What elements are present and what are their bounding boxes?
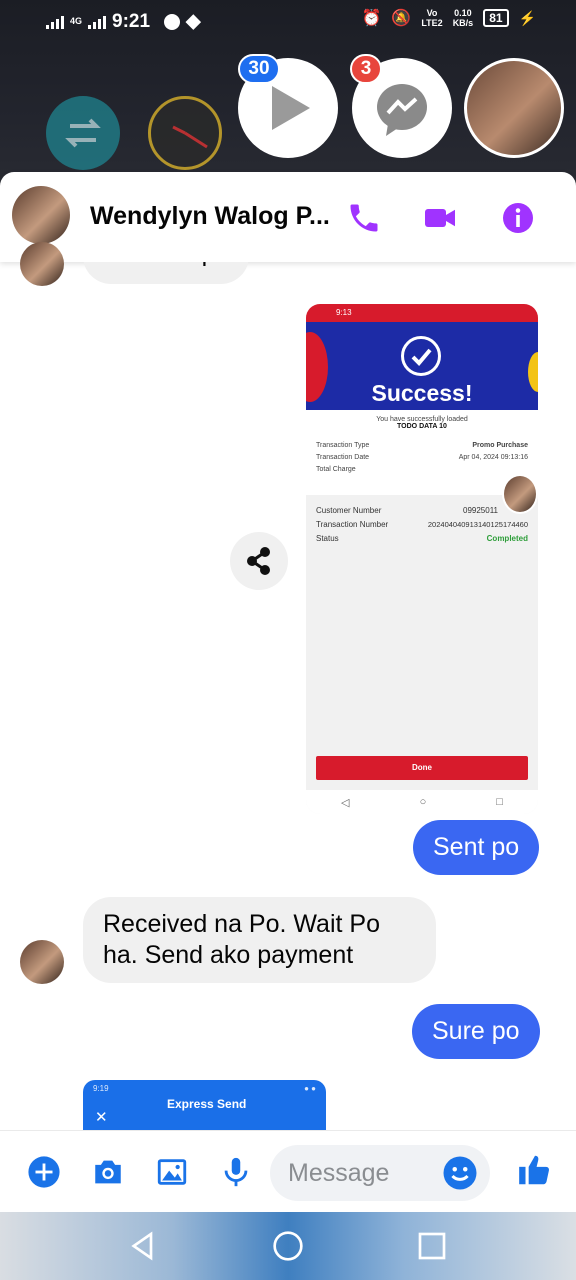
receipt-done-button: Done bbox=[316, 756, 528, 780]
network-speed: 0.10 KB/s bbox=[452, 8, 474, 28]
gallery-icon[interactable] bbox=[155, 1155, 189, 1189]
row-value: Apr 04, 2024 09:13:16 bbox=[458, 454, 528, 461]
phone-icon[interactable] bbox=[346, 200, 382, 236]
back-icon: ◁ bbox=[341, 796, 350, 809]
row-value: Promo Purchase bbox=[472, 442, 528, 449]
like-thumbs-up-icon[interactable] bbox=[516, 1151, 554, 1189]
share-icon bbox=[247, 547, 270, 575]
nav-recents-icon[interactable] bbox=[416, 1230, 448, 1262]
video-call-icon[interactable] bbox=[422, 200, 458, 236]
recents-icon: □ bbox=[496, 796, 503, 808]
swap-arrows-icon bbox=[65, 118, 101, 148]
express-send-title: Express Send bbox=[167, 1097, 247, 1111]
outgoing-message[interactable]: Sent po bbox=[413, 820, 540, 875]
contact-message-avatar[interactable] bbox=[20, 242, 64, 286]
signal-icon bbox=[46, 15, 64, 29]
express-send-status-bar: 9:19 ● ● bbox=[93, 1084, 316, 1093]
camera-icon[interactable] bbox=[91, 1155, 125, 1189]
row-label: Status bbox=[316, 534, 339, 543]
conversation-header: Wendylyn Walog P... bbox=[0, 172, 576, 262]
mute-icon: 🔕 bbox=[391, 10, 412, 27]
status-bar: 4G 9:21 ◆ ⏰ 🔕 Vo LTE2 0.10 KB/s 81 ⚡ bbox=[0, 0, 576, 44]
receipt-status-bar: 9:13 bbox=[306, 304, 538, 322]
receipt-product: TODO DATA 10 bbox=[397, 423, 447, 430]
check-circle-icon bbox=[401, 336, 441, 376]
alarm-icon: ⏰ bbox=[361, 10, 382, 27]
message-composer bbox=[0, 1130, 576, 1212]
receipt-summary: You have successfully loaded TODO DATA 1… bbox=[306, 410, 538, 495]
receipt-subtitle: You have successfully loaded bbox=[376, 416, 468, 423]
battery-indicator: 81 bbox=[483, 9, 509, 27]
network-label: 4G bbox=[70, 16, 83, 26]
row-label: Customer Number bbox=[316, 506, 382, 515]
nav-back-icon[interactable] bbox=[127, 1230, 159, 1262]
status-completed: Completed bbox=[486, 534, 528, 543]
nav-home-icon[interactable] bbox=[272, 1230, 304, 1262]
incoming-message[interactable]: Received na Po. Wait Po ha. Send ako pay… bbox=[83, 897, 436, 983]
play-chathead-badge: 30 bbox=[238, 54, 280, 84]
outgoing-message[interactable]: Sure po bbox=[412, 1004, 540, 1059]
layers-icon: ◆ bbox=[186, 11, 201, 32]
swap-app-chathead[interactable] bbox=[46, 96, 120, 170]
volte-indicator: Vo LTE2 bbox=[421, 8, 443, 28]
contact-name[interactable]: Wendylyn Walog P... bbox=[90, 202, 330, 231]
receipt-overlay-avatar bbox=[502, 474, 538, 514]
row-value: 09925011 bbox=[463, 506, 498, 515]
contact-chathead[interactable] bbox=[464, 58, 564, 158]
microphone-icon[interactable] bbox=[219, 1155, 253, 1189]
charging-icon: ⚡ bbox=[518, 9, 536, 26]
messenger-chathead-badge: 3 bbox=[350, 54, 382, 84]
receipt-screenshot-attachment[interactable]: 9:13 Success! You have successfully load… bbox=[306, 304, 538, 814]
row-label: Total Charge bbox=[316, 466, 356, 473]
system-navigation-bar bbox=[0, 1212, 576, 1280]
emoji-icon[interactable] bbox=[442, 1155, 478, 1191]
row-label: Transaction Type bbox=[316, 442, 370, 449]
row-label: Transaction Date bbox=[316, 454, 370, 461]
receipt-banner: Success! bbox=[306, 322, 538, 410]
row-value: 202404040913140125174460 bbox=[427, 520, 528, 529]
plus-icon[interactable] bbox=[27, 1155, 61, 1189]
clock-app-chathead[interactable] bbox=[148, 96, 222, 170]
contact-avatar[interactable] bbox=[12, 186, 70, 244]
row-label: Transaction Number bbox=[316, 520, 389, 529]
clock-icon bbox=[172, 125, 208, 149]
close-icon: ✕ bbox=[95, 1109, 108, 1126]
messenger-notification-icon bbox=[164, 13, 181, 30]
share-button[interactable] bbox=[230, 532, 288, 590]
signal-icon-2 bbox=[88, 15, 107, 29]
express-send-screenshot-attachment[interactable]: 9:19 ● ● ✕ Express Send bbox=[83, 1080, 326, 1130]
receipt-title: Success! bbox=[371, 380, 473, 406]
status-time: 9:21 bbox=[112, 10, 151, 32]
contact-message-avatar[interactable] bbox=[20, 940, 64, 984]
info-icon[interactable] bbox=[500, 200, 536, 236]
home-icon: ○ bbox=[419, 796, 427, 808]
receipt-nav-bar: ◁ ○ □ bbox=[306, 790, 538, 814]
